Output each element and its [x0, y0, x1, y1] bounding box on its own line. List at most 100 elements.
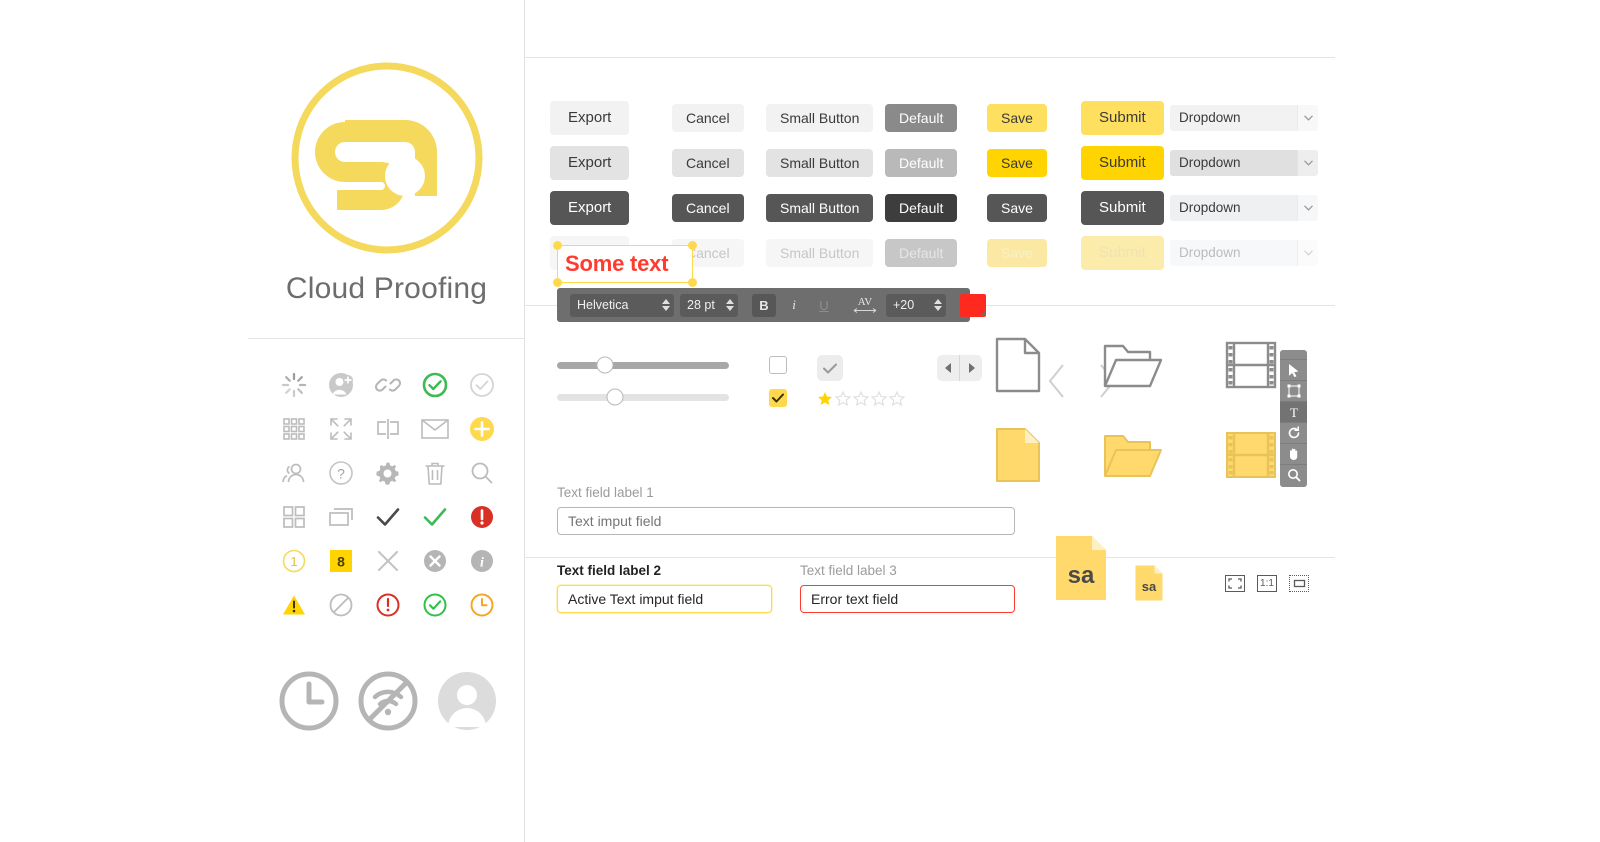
small-button-normal[interactable]: Small Button: [766, 103, 874, 132]
dropdown-hover[interactable]: Dropdown: [1170, 149, 1318, 176]
resize-handle-top-right[interactable]: [688, 241, 697, 250]
export-button-pressed[interactable]: Export: [550, 190, 630, 225]
underline-button[interactable]: U: [812, 294, 836, 317]
rotate-icon: [1288, 426, 1299, 439]
submit-button-normal[interactable]: Submit: [1081, 100, 1164, 135]
checkbox-grey-checked[interactable]: [817, 355, 843, 381]
export-button-hover[interactable]: Export: [550, 145, 630, 180]
color-group: [953, 288, 993, 322]
small-button-pressed[interactable]: Small Button: [766, 193, 874, 222]
error-circle-red-icon: [459, 502, 506, 532]
chevron-down-icon[interactable]: [1297, 149, 1318, 176]
hand-tool[interactable]: [1280, 443, 1307, 464]
stepper-left-button[interactable]: [937, 355, 959, 381]
resize-handle-bottom-left[interactable]: [553, 278, 562, 287]
chevron-down-icon: [1297, 239, 1318, 266]
triangle-left-icon: [944, 363, 951, 373]
slider-thumb[interactable]: [606, 388, 624, 406]
kerning-value-select[interactable]: +20: [886, 293, 946, 317]
save-button-hover[interactable]: Save: [987, 148, 1047, 177]
font-family-select[interactable]: Helvetica: [570, 293, 674, 317]
resize-handle-top-left[interactable]: [553, 241, 562, 250]
stepper-right-button[interactable]: [960, 355, 982, 381]
check-icon: [823, 363, 837, 373]
dropdown-disabled: Dropdown: [1170, 239, 1318, 266]
bold-button[interactable]: B: [752, 293, 776, 317]
text-input-active[interactable]: [557, 585, 772, 613]
small-button-hover[interactable]: Small Button: [766, 148, 874, 177]
chevron-down-icon[interactable]: [1297, 104, 1318, 131]
slider-filled[interactable]: [557, 356, 729, 374]
star-empty-icon[interactable]: [835, 391, 851, 407]
dropdown-value: Dropdown: [1179, 110, 1241, 125]
slider-thumb[interactable]: [596, 356, 614, 374]
text-input-default[interactable]: [557, 507, 1015, 535]
star-empty-icon[interactable]: [853, 391, 869, 407]
text-bounding-box[interactable]: Some text: [553, 241, 697, 287]
select-tool[interactable]: [1280, 380, 1307, 401]
text-input-error[interactable]: [800, 585, 1015, 613]
double-arrow-icon: [853, 308, 877, 313]
rating-stars[interactable]: [817, 391, 905, 407]
status-avatars-row: [270, 670, 506, 732]
dropdown-pressed[interactable]: Dropdown: [1170, 194, 1318, 221]
checkbox-unchecked[interactable]: [769, 355, 787, 374]
spinner-icon: [270, 370, 317, 400]
file-icons-outline-row: [995, 320, 1277, 410]
font-group: Helvetica 28 pt: [563, 288, 745, 322]
cancel-button-pressed[interactable]: Cancel: [672, 193, 744, 222]
field-group-3: Text field label 3: [800, 563, 1015, 613]
actual-size-button[interactable]: 1:1: [1257, 575, 1277, 592]
sa-document-small-icon[interactable]: sa: [1135, 565, 1163, 601]
magnifier-icon: [1287, 469, 1300, 482]
rotate-tool[interactable]: [1280, 422, 1307, 443]
sa-document-large-icon[interactable]: sa: [1055, 535, 1107, 601]
cancel-button-hover[interactable]: Cancel: [672, 148, 744, 177]
fit-screen-icon: [1228, 578, 1242, 589]
default-button-pressed[interactable]: Default: [885, 193, 958, 222]
stepper-arrows-icon[interactable]: [726, 299, 734, 311]
italic-button[interactable]: i: [782, 294, 806, 317]
fit-window-icon: [1293, 579, 1305, 588]
dropdown-value: Dropdown: [1179, 245, 1241, 260]
submit-button-disabled: Submit: [1081, 235, 1164, 270]
star-empty-icon[interactable]: [889, 391, 905, 407]
button-row-pressed: Export Cancel Small Button Default Save …: [550, 185, 1197, 230]
clock-large-icon: [279, 671, 339, 731]
folder-open-icon: [1103, 344, 1163, 388]
checkbox-checked[interactable]: [769, 388, 787, 407]
save-button-pressed[interactable]: Save: [987, 193, 1047, 222]
fit-to-screen-button[interactable]: [1225, 575, 1245, 592]
export-button-normal[interactable]: Export: [550, 100, 630, 135]
pointer-tool[interactable]: [1280, 359, 1307, 380]
main-panel: Export Cancel Small Button Default Save …: [525, 0, 1600, 842]
kerning-icon[interactable]: AV: [850, 294, 880, 317]
stepper-arrows-icon[interactable]: [662, 299, 670, 311]
stepper-control[interactable]: [937, 355, 982, 381]
zoom-tool[interactable]: [1280, 464, 1307, 485]
resize-handle-bottom-right[interactable]: [688, 278, 697, 287]
dropdown-normal[interactable]: Dropdown: [1170, 104, 1318, 131]
chevron-down-icon[interactable]: [1297, 194, 1318, 221]
check-green-icon: [412, 502, 459, 532]
slider-empty[interactable]: [557, 388, 729, 406]
fit-to-window-button[interactable]: [1289, 575, 1309, 592]
stepper-arrows-icon[interactable]: [934, 299, 942, 311]
text-color-swatch[interactable]: [960, 293, 986, 317]
star-filled-icon[interactable]: [817, 391, 833, 407]
default-button-hover[interactable]: Default: [885, 148, 958, 177]
default-button-normal[interactable]: Default: [885, 103, 958, 132]
star-empty-icon[interactable]: [871, 391, 887, 407]
cancel-button-normal[interactable]: Cancel: [672, 103, 744, 132]
blocked-icon: [317, 590, 364, 620]
save-button-normal[interactable]: Save: [987, 103, 1047, 132]
text-tool[interactable]: T: [1280, 401, 1307, 422]
font-size-select[interactable]: 28 pt: [680, 293, 738, 317]
text-selection-sample[interactable]: Some text: [553, 241, 697, 287]
grid-squares-icon: [270, 502, 317, 532]
sidebar: Cloud Proofing ? 1 8 i: [248, 0, 525, 842]
kerning-group: AV +20: [843, 288, 953, 322]
dropdown-column: Dropdown Dropdown Dropdown Dropdown: [1170, 95, 1318, 275]
submit-button-hover[interactable]: Submit: [1081, 145, 1164, 180]
submit-button-pressed[interactable]: Submit: [1081, 190, 1164, 225]
